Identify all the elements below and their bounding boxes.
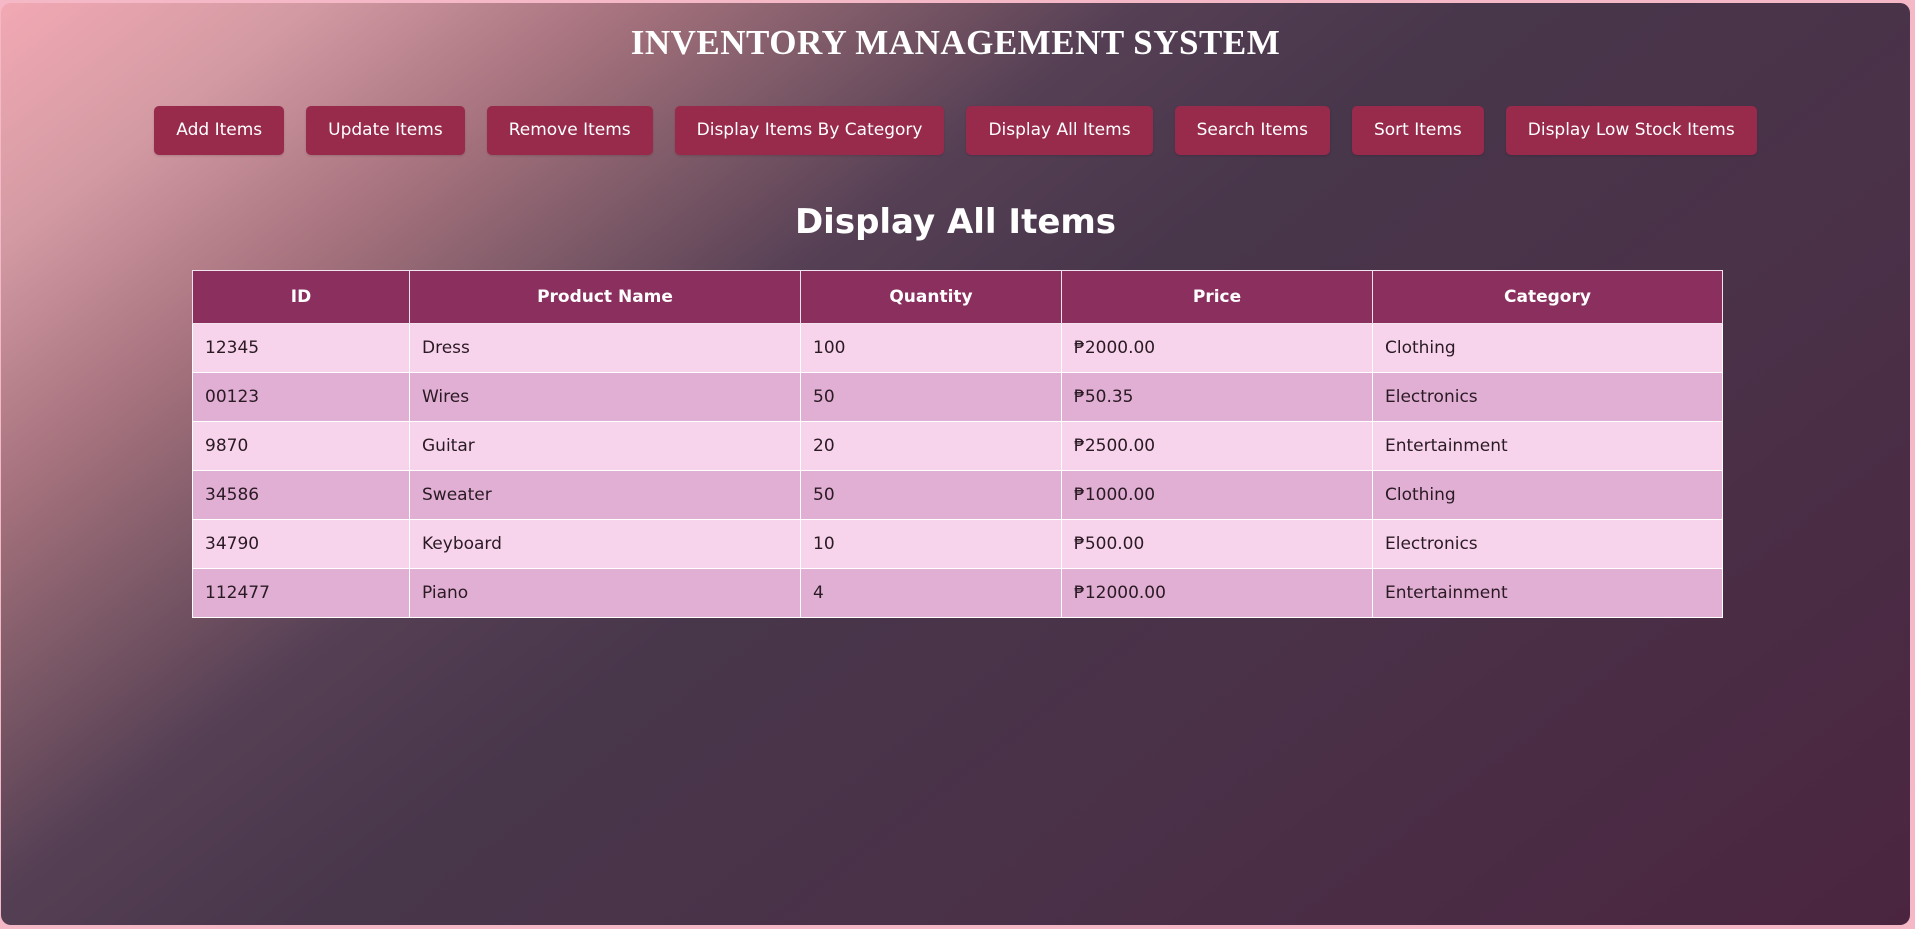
cell-id: 34790 <box>192 519 410 569</box>
cell-category: Entertainment <box>1372 421 1723 471</box>
table-row: 34586 Sweater 50 ₱1000.00 Clothing <box>192 470 1723 520</box>
cell-category: Electronics <box>1372 372 1723 422</box>
cell-quantity: 50 <box>800 470 1062 520</box>
cell-quantity: 50 <box>800 372 1062 422</box>
cell-product-name: Keyboard <box>409 519 801 569</box>
section-title: Display All Items <box>794 202 1117 242</box>
column-header-price: Price <box>1061 270 1373 324</box>
table-row: 00123 Wires 50 ₱50.35 Electronics <box>192 372 1723 422</box>
column-header-id: ID <box>192 270 410 324</box>
table-row: 112477 Piano 4 ₱12000.00 Entertainment <box>192 568 1723 618</box>
add-items-button[interactable]: Add Items <box>154 106 285 155</box>
display-items-by-category-button[interactable]: Display Items By Category <box>674 106 945 155</box>
display-low-stock-items-button[interactable]: Display Low Stock Items <box>1505 106 1757 155</box>
cell-product-name: Dress <box>409 323 801 373</box>
table-row: 34790 Keyboard 10 ₱500.00 Electronics <box>192 519 1723 569</box>
table-row: 12345 Dress 100 ₱2000.00 Clothing <box>192 323 1723 373</box>
sort-items-button[interactable]: Sort Items <box>1351 106 1484 155</box>
cell-price: ₱12000.00 <box>1061 568 1373 618</box>
cell-product-name: Guitar <box>409 421 801 471</box>
cell-category: Clothing <box>1372 470 1723 520</box>
cell-id: 112477 <box>192 568 410 618</box>
cell-quantity: 4 <box>800 568 1062 618</box>
cell-id: 12345 <box>192 323 410 373</box>
cell-quantity: 100 <box>800 323 1062 373</box>
update-items-button[interactable]: Update Items <box>306 106 465 155</box>
cell-id: 00123 <box>192 372 410 422</box>
remove-items-button[interactable]: Remove Items <box>486 106 653 155</box>
cell-id: 34586 <box>192 470 410 520</box>
table-header-row: ID Product Name Quantity Price Category <box>192 270 1723 324</box>
display-all-items-button[interactable]: Display All Items <box>966 106 1153 155</box>
column-header-product-name: Product Name <box>409 270 801 324</box>
cell-price: ₱50.35 <box>1061 372 1373 422</box>
cell-price: ₱2000.00 <box>1061 323 1373 373</box>
column-header-category: Category <box>1372 270 1723 324</box>
table-row: 9870 Guitar 20 ₱2500.00 Entertainment <box>192 421 1723 471</box>
column-header-quantity: Quantity <box>800 270 1062 324</box>
cell-product-name: Wires <box>409 372 801 422</box>
items-table: ID Product Name Quantity Price Category … <box>192 270 1723 618</box>
cell-price: ₱2500.00 <box>1061 421 1373 471</box>
cell-price: ₱1000.00 <box>1061 470 1373 520</box>
cell-category: Clothing <box>1372 323 1723 373</box>
cell-quantity: 20 <box>800 421 1062 471</box>
action-nav: Add Items Update Items Remove Items Disp… <box>1 106 1910 155</box>
cell-id: 9870 <box>192 421 410 471</box>
cell-category: Electronics <box>1372 519 1723 569</box>
search-items-button[interactable]: Search Items <box>1174 106 1330 155</box>
cell-price: ₱500.00 <box>1061 519 1373 569</box>
cell-category: Entertainment <box>1372 568 1723 618</box>
app-title: INVENTORY MANAGEMENT SYSTEM <box>630 23 1281 62</box>
app-window: INVENTORY MANAGEMENT SYSTEM Add Items Up… <box>1 3 1910 925</box>
cell-quantity: 10 <box>800 519 1062 569</box>
cell-product-name: Piano <box>409 568 801 618</box>
cell-product-name: Sweater <box>409 470 801 520</box>
